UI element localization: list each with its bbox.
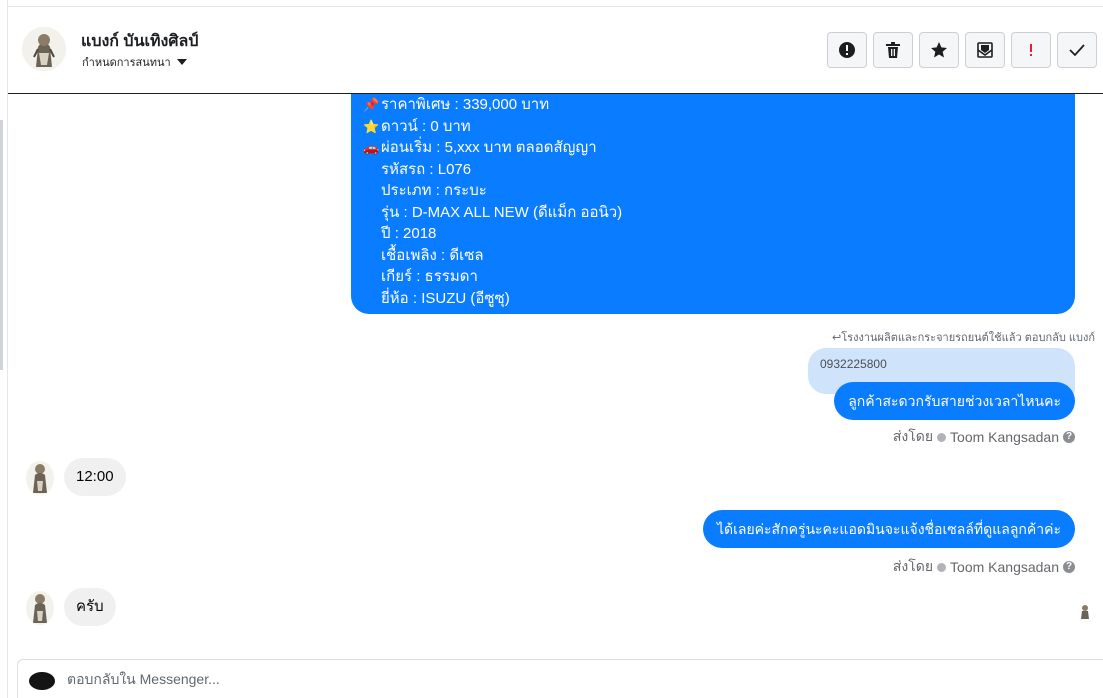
reply-context-note: ↩โรงงานผลิตและกระจายรถยนต์ใช้แล้ว ตอบกลั… [832, 332, 1095, 344]
page-title: แบงก์ บันเทิงศิลป์ [81, 33, 199, 50]
help-icon[interactable]: ? [1063, 431, 1075, 443]
listing-model-line: รุ่น : D-MAX ALL NEW (ดีแม็ก ออนิว) [381, 203, 623, 221]
scrollbar[interactable] [0, 120, 3, 370]
avatar[interactable] [26, 591, 54, 625]
pushpin-icon: 📌 [363, 97, 380, 112]
reply-input[interactable] [67, 671, 967, 687]
assign-label: กำหนดการสนทนา [82, 57, 171, 69]
assign-conversation-dropdown[interactable]: กำหนดการสนทนา [82, 53, 187, 71]
listing-year-line: ปี : 2018 [381, 225, 437, 242]
listing-price-line: 📌 ราคาพิเศษ : 339,000 บาท [363, 94, 1063, 116]
action-toolbar [827, 32, 1097, 68]
delivered-icon [937, 562, 947, 572]
avatar[interactable] [26, 461, 54, 495]
follow-up-button[interactable] [1011, 32, 1051, 68]
composer [17, 659, 1103, 698]
help-icon[interactable]: ? [1063, 561, 1075, 573]
car-icon: 🚗 [363, 140, 380, 155]
mark-spam-button[interactable] [827, 32, 867, 68]
sent-by-line: ส่งโดย Toom Kangsadan ? [893, 556, 1075, 578]
listing-fuel-line: เชื้อเพลิง : ดีเซล [381, 246, 484, 264]
exclamation-icon [1030, 44, 1032, 56]
avatar[interactable] [22, 27, 66, 71]
listing-down-line: ⭐ ดาวน์ : 0 บาท [363, 116, 1063, 138]
envelope-icon [977, 42, 993, 58]
conversation-header: แบงก์ บันเทิงศิลป์ กำหนดการสนทนา [8, 6, 1103, 94]
outgoing-message[interactable]: ได้เลยค่ะสักครู่นะคะแอดมินจะแจ้งชื่อเซลล… [702, 510, 1075, 548]
seen-avatar [1079, 604, 1091, 620]
incoming-message[interactable]: ครับ [64, 588, 116, 626]
alert-icon [839, 42, 855, 58]
listing-brand-line: ยี่ห้อ : ISUZU (อีซูซุ) [381, 289, 510, 307]
check-icon [1069, 44, 1085, 57]
sent-by-line: ส่งโดย Toom Kangsadan ? [893, 426, 1075, 448]
star-emoji-icon: ⭐ [363, 118, 380, 134]
listing-message-bubble: 📌 ราคาพิเศษ : 339,000 บาท ⭐ ดาวน์ : 0 บาท … [351, 94, 1075, 314]
outgoing-message[interactable]: ลูกค้าสะดวกรับสายช่วงเวลาไหนคะ [834, 382, 1075, 420]
mark-unread-button[interactable] [965, 32, 1005, 68]
mark-done-button[interactable] [1057, 32, 1097, 68]
message-thread[interactable]: 📌 ราคาพิเศษ : 339,000 บาท ⭐ ดาวน์ : 0 บาท … [8, 94, 1103, 656]
listing-installment-line: 🚗 ผ่อนเริ่ม : 5,xxx บาท ตลอดสัญญา [363, 137, 1063, 159]
incoming-message[interactable]: 12:00 [64, 458, 126, 496]
trash-icon [886, 42, 900, 58]
listing-code-line: รหัสรถ : L076 [381, 160, 472, 178]
delivered-icon [937, 432, 947, 442]
star-icon [931, 42, 947, 58]
chevron-down-icon [176, 59, 187, 65]
listing-type-line: ประเภท : กระบะ [381, 182, 487, 199]
delete-button[interactable] [873, 32, 913, 68]
reply-arrow-icon: ↩ [832, 332, 842, 344]
star-button[interactable] [919, 32, 959, 68]
page-logo-icon [29, 672, 55, 690]
listing-gear-line: เกียร์ : ธรรมดา [381, 268, 478, 285]
